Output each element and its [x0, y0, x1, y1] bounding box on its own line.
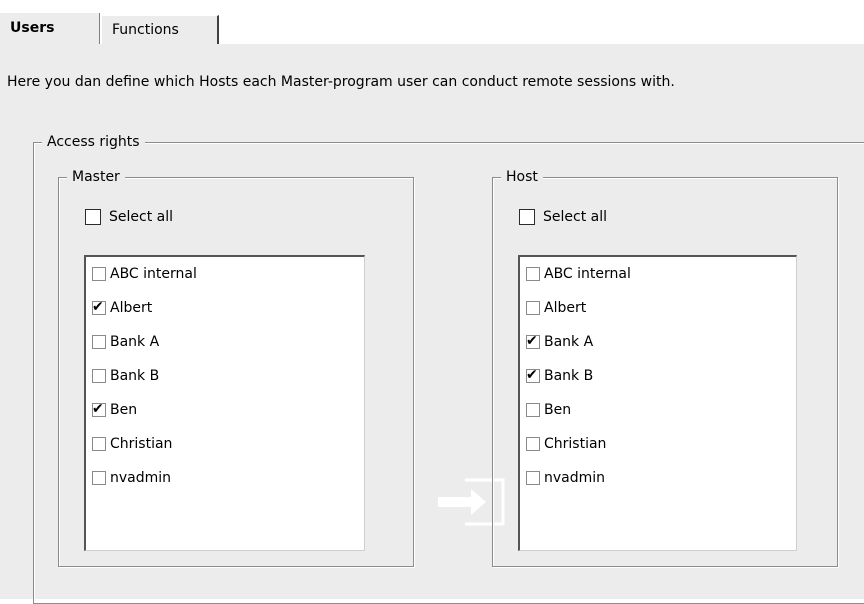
checkbox-checked[interactable]: ✔: [526, 333, 540, 349]
checkbox-checked[interactable]: ✔: [92, 401, 106, 417]
checkbox[interactable]: [526, 471, 540, 485]
list-item[interactable]: nvadmin: [526, 468, 605, 488]
host-user-list[interactable]: ABC internal Albert ✔ Bank A ✔ Bank B Ben …: [518, 255, 797, 551]
list-item-label: Albert: [110, 300, 153, 316]
checkbox[interactable]: [92, 437, 106, 451]
list-item[interactable]: ✔ Albert: [92, 298, 152, 318]
list-item-label: Albert: [544, 300, 587, 316]
list-item-label: Ben: [110, 402, 138, 418]
list-item-label: Bank B: [110, 368, 160, 384]
list-item[interactable]: Christian: [526, 434, 606, 454]
list-item-label: Bank A: [110, 334, 160, 350]
checkmark-icon: ✔: [92, 299, 104, 315]
master-legend: Master: [67, 168, 125, 186]
checkmark-icon: ✔: [92, 401, 104, 417]
list-item[interactable]: Albert: [526, 298, 586, 318]
access-rights-legend: Access rights: [42, 133, 145, 151]
list-item[interactable]: ✔ Bank A: [526, 332, 593, 352]
list-item-label: nvadmin: [544, 470, 606, 486]
master-user-list[interactable]: ABC internal ✔ Albert Bank A Bank B ✔ Ben …: [84, 255, 365, 551]
host-select-all-label: Select all: [543, 209, 607, 225]
master-select-all[interactable]: Select all: [85, 208, 173, 226]
tab-functions[interactable]: Functions: [101, 15, 219, 44]
host-select-all[interactable]: Select all: [519, 208, 607, 226]
list-item[interactable]: ✔ Bank B: [526, 366, 593, 386]
list-item-label: ABC internal: [544, 266, 631, 282]
list-item[interactable]: ABC internal: [526, 264, 631, 284]
list-item[interactable]: Bank B: [92, 366, 159, 386]
list-item[interactable]: nvadmin: [92, 468, 171, 488]
list-item-label: Christian: [110, 436, 173, 452]
checkbox[interactable]: [92, 471, 106, 485]
host-select-all-checkbox[interactable]: [519, 209, 535, 225]
checkmark-icon: ✔: [526, 367, 538, 383]
tab-users[interactable]: Users: [0, 13, 100, 44]
list-item-label: ABC internal: [110, 266, 197, 282]
checkbox-checked[interactable]: ✔: [92, 299, 106, 315]
list-item-label: Ben: [544, 402, 572, 418]
master-select-all-checkbox[interactable]: [85, 209, 101, 225]
host-legend: Host: [501, 168, 543, 186]
list-item[interactable]: ✔ Ben: [92, 400, 137, 420]
checkbox[interactable]: [92, 267, 106, 281]
list-item-label: Christian: [544, 436, 607, 452]
access-rights-group: Access rights Master Select all ABC inte…: [33, 133, 864, 604]
list-item-label: Bank A: [544, 334, 594, 350]
host-group: Host Select all ABC internal Albert ✔ Ban…: [492, 168, 838, 567]
tab-bar: Users Functions: [0, 0, 864, 45]
list-item[interactable]: Bank A: [92, 332, 159, 352]
list-item[interactable]: ABC internal: [92, 264, 197, 284]
master-select-all-label: Select all: [109, 209, 173, 225]
checkbox[interactable]: [526, 267, 540, 281]
list-item[interactable]: Ben: [526, 400, 571, 420]
checkbox[interactable]: [92, 369, 106, 383]
checkmark-icon: ✔: [526, 333, 538, 349]
intro-text: Here you dan define which Hosts each Mas…: [7, 74, 675, 90]
checkbox[interactable]: [526, 301, 540, 315]
list-item[interactable]: Christian: [92, 434, 172, 454]
list-item-label: Bank B: [544, 368, 594, 384]
list-item-label: nvadmin: [110, 470, 172, 486]
checkbox-checked[interactable]: ✔: [526, 367, 540, 383]
checkbox[interactable]: [526, 437, 540, 451]
checkbox[interactable]: [92, 335, 106, 349]
checkbox[interactable]: [526, 403, 540, 417]
users-panel: Here you dan define which Hosts each Mas…: [0, 44, 864, 604]
master-group: Master Select all ABC internal ✔ Albert B…: [58, 168, 414, 567]
